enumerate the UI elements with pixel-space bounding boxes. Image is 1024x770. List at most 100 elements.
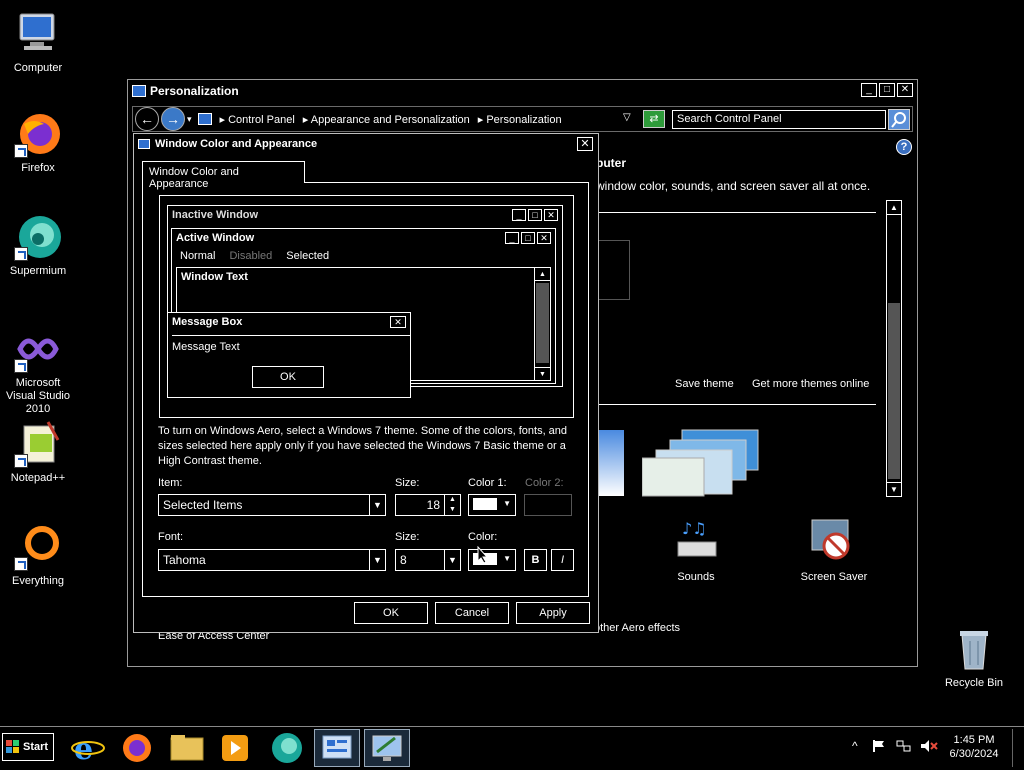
desktop-icon-label: Everything xyxy=(12,575,64,587)
item-dropdown[interactable]: Selected Items ▼ xyxy=(158,494,386,516)
desktop-icon-recycle-bin[interactable]: Recycle Bin xyxy=(936,625,1012,690)
show-hidden-icons-chevron-icon[interactable]: ^ xyxy=(852,739,858,753)
font-size-label: Size: xyxy=(395,531,420,543)
mouse-cursor-icon xyxy=(477,545,489,567)
stepper-arrows-icon[interactable]: ▲ ▼ xyxy=(444,495,460,515)
everything-icon xyxy=(14,523,62,571)
control-panel-icon xyxy=(197,113,212,125)
desktop-icon-firefox[interactable]: Firefox xyxy=(0,110,76,175)
tab-window-color[interactable]: Window Color and Appearance xyxy=(142,161,305,190)
ok-button[interactable]: OK xyxy=(354,602,428,624)
start-button[interactable]: Start xyxy=(2,733,54,761)
window-title: Personalization xyxy=(150,84,239,98)
firefox-icon xyxy=(14,110,62,158)
back-button[interactable]: ← xyxy=(135,107,159,131)
volume-muted-icon[interactable] xyxy=(920,739,938,753)
search-icon xyxy=(891,112,906,128)
display-icon xyxy=(138,139,150,149)
menu-normal: Normal xyxy=(180,250,216,262)
font-dropdown[interactable]: Tahoma ▼ xyxy=(158,549,386,571)
scroll-thumb xyxy=(536,283,549,363)
tab-panel: Inactive Window _ □ ✕ Active Window _ □ ✕ No… xyxy=(142,182,589,597)
taskbar-firefox[interactable] xyxy=(114,729,160,767)
desktop-icon-computer[interactable]: Computer xyxy=(0,10,76,75)
get-more-themes-link[interactable]: Get more themes online xyxy=(752,378,869,390)
search-input[interactable]: Search Control Panel xyxy=(672,110,886,129)
minimize-button[interactable]: _ xyxy=(861,83,877,97)
chevron-down-icon: ▼ xyxy=(369,495,385,515)
window-color-thumbnail[interactable] xyxy=(641,428,760,498)
search-button[interactable] xyxy=(888,109,910,130)
dialog-close-button[interactable]: ✕ xyxy=(577,137,593,151)
desktop-icon-label: Microsoft Visual Studio 2010 xyxy=(5,377,70,415)
themes-scrollbar[interactable]: ▲ ▼ xyxy=(886,200,902,497)
desktop-background-thumbnail[interactable] xyxy=(596,430,624,496)
desktop-icon-supermium[interactable]: Supermium xyxy=(0,213,76,278)
maximize-button[interactable]: □ xyxy=(879,83,895,97)
item-label: Item: xyxy=(158,477,183,489)
visual-studio-icon xyxy=(14,325,62,373)
taskbar-media-player[interactable] xyxy=(212,729,258,767)
scroll-up-icon[interactable]: ▲ xyxy=(887,201,901,215)
sounds-icon[interactable]: ♪♫ xyxy=(672,516,722,564)
taskbar-supermium[interactable] xyxy=(264,729,310,767)
font-color-picker[interactable]: ▼ xyxy=(468,549,516,571)
network-icon[interactable] xyxy=(896,739,912,753)
sounds-label[interactable]: Sounds xyxy=(658,571,734,583)
apply-button[interactable]: Apply xyxy=(516,602,590,624)
size-value: 18 xyxy=(426,498,440,512)
dialog-titlebar[interactable]: Window Color and Appearance xyxy=(138,138,317,150)
font-size-value: 8 xyxy=(400,553,407,567)
desktop-icon-visual-studio[interactable]: Microsoft Visual Studio 2010 xyxy=(0,325,76,416)
scroll-thumb[interactable] xyxy=(888,303,900,479)
scroll-down-icon[interactable]: ▼ xyxy=(887,482,901,496)
desktop-icon-notepadpp[interactable]: Notepad++ xyxy=(0,420,76,485)
breadcrumb-appearance[interactable]: ▸ Appearance and Personalization xyxy=(303,113,470,126)
dialog-title: Window Color and Appearance xyxy=(155,138,318,150)
shortcut-arrow-icon xyxy=(14,454,28,468)
refresh-button[interactable]: ⇄ xyxy=(643,110,665,128)
cancel-button[interactable]: Cancel xyxy=(435,602,509,624)
window-titlebar[interactable]: Personalization xyxy=(128,80,917,102)
preview-message-box[interactable]: Message Box ✕ Message Text OK xyxy=(167,312,411,398)
chevron-down-icon: ▼ xyxy=(503,499,511,508)
item-size-stepper[interactable]: 18 ▲ ▼ xyxy=(395,494,461,516)
breadcrumb-control-panel[interactable]: ▸ Control Panel xyxy=(220,113,295,126)
address-bar: ← → ▾ ▸ Control Panel ▸ Appearance and P… xyxy=(132,106,913,132)
svg-text:♪♫: ♪♫ xyxy=(682,519,707,538)
save-theme-link[interactable]: Save theme xyxy=(675,378,734,390)
media-player-icon xyxy=(222,735,248,761)
forward-button[interactable]: → xyxy=(161,107,185,131)
message-box-title: Message Box xyxy=(172,316,243,328)
action-center-flag-icon[interactable] xyxy=(872,739,886,753)
aero-effects-link[interactable]: other Aero effects xyxy=(594,622,680,634)
address-dropdown-icon[interactable]: ▽ xyxy=(623,112,631,123)
bold-button[interactable]: B xyxy=(524,549,547,571)
recent-pages-chevron-icon[interactable]: ▾ xyxy=(187,114,192,125)
screen-saver-icon[interactable] xyxy=(808,516,858,564)
italic-button[interactable]: I xyxy=(551,549,574,571)
supermium-icon xyxy=(272,733,302,763)
taskbar-display-settings[interactable] xyxy=(364,729,410,767)
taskbar-control-panel[interactable] xyxy=(314,729,360,767)
minimize-icon: _ xyxy=(512,209,526,221)
font-size-dropdown[interactable]: 8 ▼ xyxy=(395,549,461,571)
taskbar-internet-explorer[interactable]: e xyxy=(66,729,112,767)
clock[interactable]: 1:45 PM 6/30/2024 xyxy=(944,733,1004,761)
internet-explorer-icon: e xyxy=(71,732,105,767)
help-icon[interactable]: ? xyxy=(896,139,912,155)
divider xyxy=(596,404,876,405)
color2-label: Color 2: xyxy=(525,477,564,489)
show-desktop-button[interactable] xyxy=(1012,729,1022,767)
taskbar-file-explorer[interactable] xyxy=(164,729,210,767)
close-button[interactable]: ✕ xyxy=(897,83,913,97)
color1-picker[interactable]: ▼ xyxy=(468,494,516,516)
notepadpp-icon xyxy=(14,420,62,468)
computer-icon xyxy=(14,10,62,58)
active-window-title: Active Window xyxy=(176,232,255,244)
screen-saver-label[interactable]: Screen Saver xyxy=(796,571,872,583)
desktop-icon-everything[interactable]: Everything xyxy=(0,523,76,588)
desktop-icon-label: Recycle Bin xyxy=(944,677,1004,689)
scroll-up-icon: ▲ xyxy=(535,268,550,281)
breadcrumb-personalization[interactable]: ▸ Personalization xyxy=(478,113,562,126)
